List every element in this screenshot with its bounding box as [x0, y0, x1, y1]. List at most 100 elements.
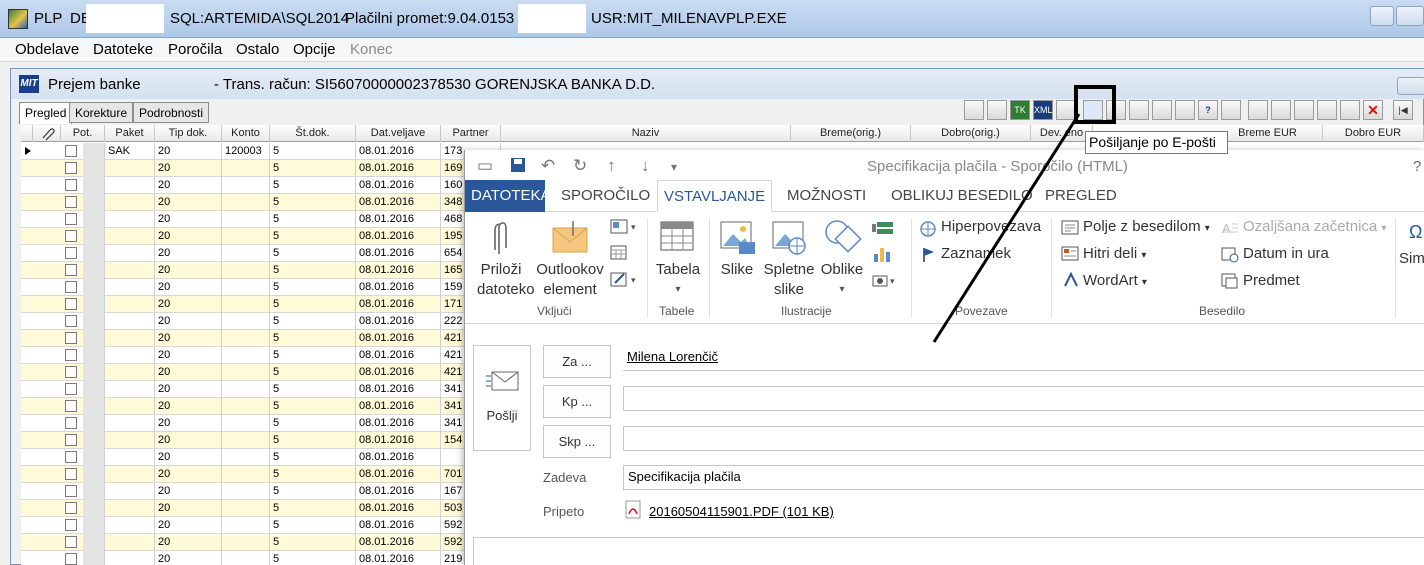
next-item-icon[interactable]: ↓	[641, 156, 650, 176]
tab-pregled[interactable]: Pregled	[19, 102, 73, 124]
bookmark-button[interactable]: Zaznamek	[941, 245, 1011, 262]
pot-checkbox[interactable]	[65, 519, 77, 531]
pot-checkbox[interactable]	[65, 281, 77, 293]
tab-oblikuj-besedilo[interactable]: OBLIKUJ BESEDILO	[885, 180, 1039, 212]
maximize-button[interactable]	[1396, 6, 1424, 26]
attachment-name[interactable]: 20160504115901.PDF (101 KB)	[649, 504, 834, 519]
pot-checkbox[interactable]	[65, 536, 77, 548]
subject-field[interactable]: Specifikacija plačila	[623, 465, 1424, 490]
outlook-item-button[interactable]: Outlookov element	[533, 260, 607, 300]
pot-checkbox[interactable]	[65, 162, 77, 174]
toolbar-window-icon[interactable]	[1129, 100, 1149, 120]
menu-porocila[interactable]: Poročila	[168, 41, 222, 58]
pot-checkbox[interactable]	[65, 451, 77, 463]
attach-file-icon[interactable]	[489, 220, 509, 258]
pot-checkbox[interactable]	[65, 485, 77, 497]
undo-icon[interactable]: ↶	[541, 156, 555, 176]
toolbar-monitor-icon[interactable]	[1175, 100, 1195, 120]
pot-checkbox[interactable]	[65, 468, 77, 480]
child-minimize-button[interactable]	[1397, 77, 1424, 95]
pot-checkbox[interactable]	[65, 349, 77, 361]
toolbar-tk-icon[interactable]: TK	[1010, 100, 1030, 120]
online-pictures-button[interactable]: Spletne slike	[761, 260, 817, 300]
col-header-tip[interactable]: Tip dok.	[155, 125, 222, 142]
pot-checkbox[interactable]	[65, 264, 77, 276]
bcc-field[interactable]	[623, 426, 1424, 451]
col-header-paket[interactable]: Paket	[105, 125, 155, 142]
datetime-icon[interactable]	[1221, 246, 1239, 264]
to-field[interactable]: Milena Lorenčič	[623, 346, 1424, 371]
toolbar-filter-icon[interactable]	[1340, 100, 1360, 120]
quickparts-button[interactable]: Hitri deli ▾	[1083, 245, 1146, 262]
quickparts-icon[interactable]	[1061, 246, 1079, 262]
toolbar-print-preview-icon[interactable]	[964, 100, 984, 120]
cc-button[interactable]: Kp ...	[543, 385, 611, 418]
textbox-button[interactable]: Polje z besedilom ▾	[1083, 218, 1210, 235]
pot-checkbox[interactable]	[65, 502, 77, 514]
toolbar-blank-icon[interactable]	[1221, 100, 1241, 120]
col-header-pot[interactable]: Pot.	[61, 125, 105, 142]
tab-moznosti[interactable]: MOŽNOSTI	[781, 180, 872, 212]
col-header-naziv[interactable]: Naziv	[501, 125, 791, 142]
object-button[interactable]: Predmet	[1243, 272, 1300, 289]
wordart-button[interactable]: WordArt ▾	[1083, 272, 1147, 289]
pot-checkbox[interactable]	[65, 298, 77, 310]
col-header-partner[interactable]: Partner	[441, 125, 501, 142]
bcc-button[interactable]: Skp ...	[543, 425, 611, 458]
toolbar-xml-icon[interactable]: XML	[1033, 100, 1053, 120]
send-button[interactable]: Pošlji	[473, 345, 531, 451]
shapes-icon[interactable]	[823, 218, 863, 256]
col-header-breme-eur[interactable]: Breme EUR	[1213, 125, 1323, 142]
to-button[interactable]: Za ...	[543, 345, 611, 378]
to-recipient[interactable]: Milena Lorenčič	[627, 349, 718, 364]
table-button[interactable]: Tabela ▾	[653, 260, 703, 300]
symbol-icon[interactable]: Ω	[1407, 220, 1424, 244]
previous-item-icon[interactable]: ↑	[607, 156, 616, 176]
outlook-item-icon[interactable]	[551, 218, 589, 254]
pictures-button[interactable]: Slike	[715, 260, 759, 280]
signature-icon[interactable]: ▾	[609, 270, 639, 290]
hyperlink-button[interactable]: Hiperpovezava	[941, 218, 1041, 235]
screenshot-icon[interactable]: ▾	[871, 270, 901, 290]
online-pictures-icon[interactable]	[771, 220, 809, 256]
cc-field[interactable]	[623, 386, 1424, 411]
tab-datoteka[interactable]: DATOTEKA	[465, 180, 550, 212]
customize-qat-icon[interactable]: ▾	[671, 160, 677, 174]
toolbar-open-icon[interactable]	[1271, 100, 1291, 120]
tab-vstavljanje[interactable]: VSTAVLJANJE	[657, 180, 773, 212]
pot-checkbox[interactable]	[65, 366, 77, 378]
tab-sporocilo[interactable]: SPOROČILO	[555, 180, 656, 212]
pot-checkbox[interactable]	[65, 247, 77, 259]
object-icon[interactable]	[1221, 273, 1239, 289]
save-icon[interactable]	[509, 156, 527, 174]
calendar-icon[interactable]	[609, 244, 629, 262]
col-header-datum[interactable]: Dat.veljave	[356, 125, 441, 142]
pot-checkbox[interactable]	[65, 315, 77, 327]
toolbar-new-icon[interactable]	[1248, 100, 1268, 120]
shapes-button[interactable]: Oblike ▾	[817, 260, 867, 300]
menu-obdelave[interactable]: Obdelave	[15, 41, 79, 58]
col-header-dobro-orig[interactable]: Dobro(orig.)	[911, 125, 1031, 142]
toolbar-export-icon[interactable]	[1056, 100, 1076, 120]
col-header-dev-eno[interactable]: Dev. eno	[1031, 125, 1093, 142]
col-header-konto[interactable]: Konto	[222, 125, 270, 142]
tab-pregled-outlook[interactable]: PREGLED	[1039, 180, 1123, 212]
menu-opcije[interactable]: Opcije	[293, 41, 336, 58]
toolbar-close-icon[interactable]: ✕	[1363, 100, 1383, 120]
smartart-icon[interactable]	[871, 220, 895, 238]
toolbar-first-icon[interactable]: |◀	[1393, 100, 1413, 120]
menu-ostalo[interactable]: Ostalo	[236, 41, 279, 58]
minimize-button[interactable]	[1370, 6, 1394, 26]
tab-korekture[interactable]: Korekture	[69, 102, 134, 123]
quick-access-menu-icon[interactable]: ▭	[477, 156, 493, 176]
toolbar-search-icon[interactable]	[1317, 100, 1337, 120]
pot-checkbox[interactable]	[65, 145, 77, 157]
pot-checkbox[interactable]	[65, 383, 77, 395]
toolbar-help-icon[interactable]: ?	[1198, 100, 1218, 120]
menu-datoteke[interactable]: Datoteke	[93, 41, 153, 58]
message-body[interactable]	[473, 537, 1424, 565]
attach-file-button[interactable]: Priloži datoteko	[477, 260, 535, 300]
pictures-icon[interactable]	[719, 220, 757, 256]
redo-icon[interactable]: ↻	[573, 156, 587, 176]
datetime-button[interactable]: Datum in ura	[1243, 245, 1329, 262]
